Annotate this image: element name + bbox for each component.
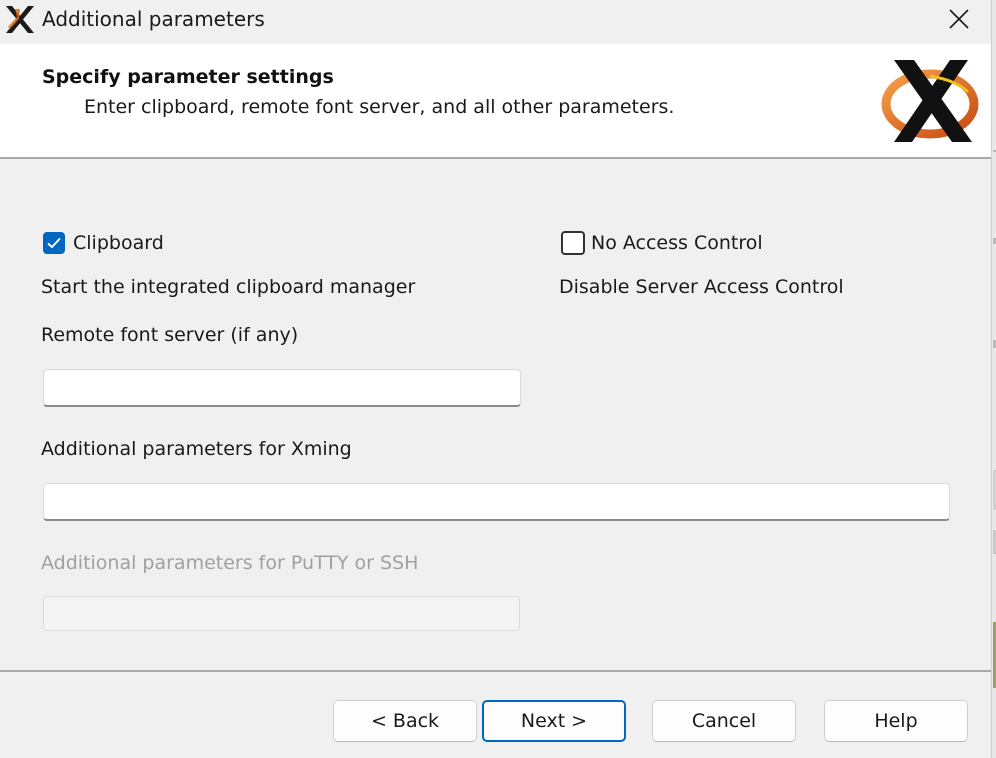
help-button[interactable]: Help <box>824 700 968 742</box>
xming-params-label: Additional parameters for Xming <box>41 438 352 460</box>
close-button[interactable] <box>936 0 982 38</box>
title-bar: Additional parameters <box>0 0 991 42</box>
clipboard-checkbox[interactable] <box>43 232 65 254</box>
page-subtitle: Enter clipboard, remote font server, and… <box>84 96 675 118</box>
wizard-window: Additional parameters Specify parameter … <box>0 0 991 758</box>
next-button[interactable]: Next > <box>482 700 626 742</box>
xming-logo <box>881 60 979 142</box>
footer-divider <box>0 670 991 672</box>
no-access-control-description: Disable Server Access Control <box>559 276 844 298</box>
background-window-edge <box>991 0 996 758</box>
cancel-button[interactable]: Cancel <box>652 700 796 742</box>
no-access-control-checkbox[interactable] <box>561 231 585 255</box>
putty-params-label: Additional parameters for PuTTY or SSH <box>41 552 419 574</box>
xming-x-icon <box>6 6 34 33</box>
no-access-control-label[interactable]: No Access Control <box>591 232 763 254</box>
clipboard-label[interactable]: Clipboard <box>73 232 164 254</box>
close-icon <box>949 9 969 29</box>
window-title: Additional parameters <box>42 7 265 31</box>
xming-params-input[interactable] <box>43 483 950 521</box>
checkmark-icon <box>47 237 61 249</box>
putty-params-input <box>43 596 520 631</box>
page-title: Specify parameter settings <box>42 66 334 88</box>
clipboard-description: Start the integrated clipboard manager <box>41 276 416 298</box>
font-server-input[interactable] <box>43 369 521 407</box>
back-button[interactable]: < Back <box>333 700 477 742</box>
wizard-header: Specify parameter settings Enter clipboa… <box>0 44 991 159</box>
font-server-label: Remote font server (if any) <box>41 324 299 346</box>
